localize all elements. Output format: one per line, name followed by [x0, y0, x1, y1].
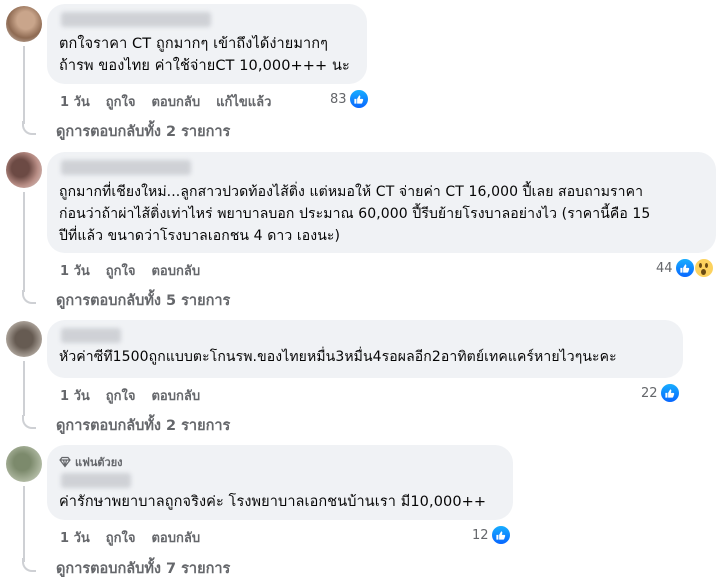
comment-time[interactable]: 1 วัน: [60, 385, 90, 406]
reply-connector: [22, 414, 36, 429]
reply-button[interactable]: ตอบกลับ: [151, 260, 200, 281]
reaction-summary[interactable]: 22: [641, 383, 680, 403]
view-replies-label: ดูการตอบกลับทั้ง 2 รายการ: [56, 124, 231, 140]
diamond-icon: [59, 456, 71, 468]
comment-actions: 1 วัน ถูกใจ ตอบกลับ: [60, 385, 200, 406]
like-button[interactable]: ถูกใจ: [106, 527, 136, 548]
comment-actions: 1 วัน ถูกใจ ตอบกลับ: [60, 260, 200, 281]
comment-text: ตกใจราคา CT ถูกมากๆ เข้าถึงได้ง่ายมากๆ ถ…: [59, 36, 350, 74]
commenter-name-blurred[interactable]: [61, 12, 211, 27]
reply-button[interactable]: ตอบกลับ: [151, 91, 200, 112]
reaction-summary[interactable]: 83: [330, 89, 369, 109]
badge-label: แฟนตัวยง: [75, 456, 123, 469]
commenter-name-blurred[interactable]: [61, 328, 121, 343]
like-icon: [674, 258, 695, 278]
commenter-name-blurred[interactable]: [61, 473, 131, 488]
comment-text: หัวค่าซีทึ1500ถูกแบบตะโกนรพ.ของไทยหมื่น3…: [59, 349, 617, 365]
thread-line: [23, 46, 25, 124]
reply-connector: [22, 557, 36, 572]
avatar[interactable]: [6, 446, 42, 482]
view-replies-label: ดูการตอบกลับทั้ง 5 รายการ: [56, 293, 231, 309]
comment-time[interactable]: 1 วัน: [60, 527, 90, 548]
comment-bubble: หัวค่าซีทึ1500ถูกแบบตะโกนรพ.ของไทยหมื่น3…: [47, 320, 683, 378]
like-icon: [659, 383, 680, 403]
reaction-count: 12: [472, 527, 489, 543]
comment-bubble: แฟนตัวยง ค่ารักษาพยาบาลถูกจริงค่ะ โรงพยา…: [47, 445, 513, 520]
thread-line: [23, 361, 25, 416]
view-replies-label: ดูการตอบกลับทั้ง 2 รายการ: [56, 418, 231, 434]
avatar[interactable]: [6, 152, 42, 188]
like-icon: [348, 89, 369, 109]
reaction-count: 44: [656, 260, 673, 276]
avatar[interactable]: [6, 321, 42, 357]
avatar[interactable]: [6, 6, 42, 42]
top-fan-badge: แฟนตัวยง: [59, 453, 501, 471]
reply-connector: [22, 120, 36, 135]
reaction-count: 83: [330, 91, 347, 107]
comment-actions: 1 วัน ถูกใจ ตอบกลับ: [60, 527, 200, 548]
like-button[interactable]: ถูกใจ: [106, 260, 136, 281]
reaction-count: 22: [641, 385, 658, 401]
comment-time[interactable]: 1 วัน: [60, 91, 90, 112]
comment-text: ถูกมากที่เชียงใหม่...ลูกสาวปวดท้องไส้ติ่…: [59, 184, 651, 244]
thread-line: [23, 192, 25, 292]
comment-bubble: ถูกมากที่เชียงใหม่...ลูกสาวปวดท้องไส้ติ่…: [47, 152, 716, 253]
view-replies-link[interactable]: ดูการตอบกลับทั้ง 5 รายการ: [22, 289, 230, 312]
reaction-summary[interactable]: 12: [472, 525, 511, 545]
comment-bubble: ตกใจราคา CT ถูกมากๆ เข้าถึงได้ง่ายมากๆ ถ…: [47, 4, 367, 84]
edited-label: แก้ไขแล้ว: [216, 95, 272, 110]
reply-button[interactable]: ตอบกลับ: [151, 527, 200, 548]
reply-button[interactable]: ตอบกลับ: [151, 385, 200, 406]
comment-time[interactable]: 1 วัน: [60, 260, 90, 281]
like-button[interactable]: ถูกใจ: [106, 385, 136, 406]
view-replies-label: ดูการตอบกลับทั้ง 7 รายการ: [56, 561, 231, 577]
reply-connector: [22, 289, 36, 304]
thread-line: [23, 486, 25, 562]
like-icon: [490, 525, 511, 545]
view-replies-link[interactable]: ดูการตอบกลับทั้ง 7 รายการ: [22, 557, 230, 580]
reaction-summary[interactable]: 44: [656, 258, 714, 278]
view-replies-link[interactable]: ดูการตอบกลับทั้ง 2 รายการ: [22, 120, 230, 143]
commenter-name-blurred[interactable]: [61, 160, 191, 175]
view-replies-link[interactable]: ดูการตอบกลับทั้ง 2 รายการ: [22, 414, 230, 437]
wow-icon: [693, 258, 714, 278]
comment-actions: 1 วัน ถูกใจ ตอบกลับ แก้ไขแล้ว: [60, 91, 271, 112]
like-button[interactable]: ถูกใจ: [106, 91, 136, 112]
comment-text: ค่ารักษาพยาบาลถูกจริงค่ะ โรงพยาบาลเอกชนบ…: [59, 494, 487, 510]
